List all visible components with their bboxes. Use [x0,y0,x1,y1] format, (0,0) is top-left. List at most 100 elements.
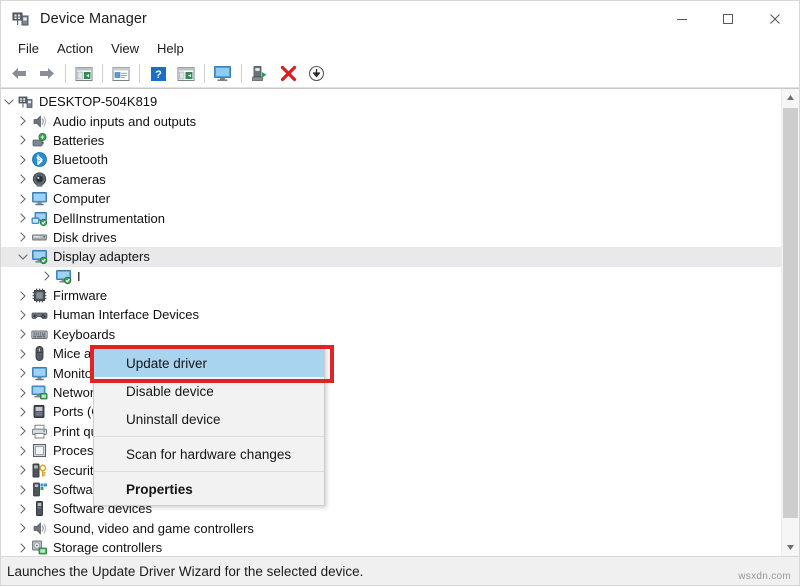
tree-item-disk-drives[interactable]: Disk drives [1,228,781,247]
menu-file[interactable]: File [9,38,48,59]
tree-item-bluetooth[interactable]: Bluetooth [1,150,781,169]
monitor-icon [31,190,48,207]
chevron-right-icon[interactable] [15,519,31,538]
chevron-right-icon[interactable] [15,286,31,305]
tree-item-label: Batteries [53,131,104,150]
chevron-down-icon[interactable] [15,247,31,266]
menu-help[interactable]: Help [148,38,193,59]
chevron-right-icon[interactable] [15,325,31,344]
context-menu-item-properties[interactable]: Properties [94,475,324,503]
vertical-scrollbar[interactable] [781,89,799,556]
update-driver-icon[interactable] [174,62,198,85]
chevron-right-icon[interactable] [15,209,31,228]
tree-item-label: Sound, video and game controllers [53,519,254,538]
maximize-button[interactable] [705,1,751,36]
back-arrow-icon[interactable] [7,62,31,85]
tree-item-label: Display adapters [53,247,150,266]
chevron-right-icon[interactable] [15,189,31,208]
tree-item-computer[interactable]: Computer [1,189,781,208]
instrumentation-icon [31,210,48,227]
tree-item-root[interactable]: DESKTOP-504K819 [1,92,781,111]
status-message: Launches the Update Driver Wizard for th… [7,564,363,579]
svg-text:?: ? [155,69,162,81]
context-menu-item-uninstall-device[interactable]: Uninstall device [94,405,324,433]
enable-device-icon[interactable] [248,62,272,85]
display-adapter-icon [55,268,72,285]
device-context-menu[interactable]: Update driverDisable deviceUninstall dev… [93,347,325,506]
tree-item-keyboards[interactable]: Keyboards [1,325,781,344]
tree-item-audio-inputs-and-outputs[interactable]: Audio inputs and outputs [1,111,781,130]
tree-item-display-adapters[interactable]: Display adapters [1,247,781,266]
menu-action[interactable]: Action [48,38,102,59]
disable-device-icon[interactable] [304,62,328,85]
tree-item-cameras[interactable]: Cameras [1,170,781,189]
processor-icon [31,442,48,459]
chevron-right-icon[interactable] [15,402,31,421]
tree-item-label: I [77,267,81,286]
tree-item-batteries[interactable]: Batteries [1,131,781,150]
printer-icon [31,423,48,440]
chevron-down-icon[interactable] [1,92,17,111]
chevron-right-icon[interactable] [15,480,31,499]
keyboard-icon [31,326,48,343]
close-button[interactable] [751,1,799,36]
chevron-right-icon[interactable] [15,131,31,150]
uninstall-device-icon[interactable] [276,62,300,85]
tree-item-human-interface-devices[interactable]: Human Interface Devices [1,305,781,324]
chevron-right-icon[interactable] [39,267,55,286]
tree-item-label: Disk drives [53,228,117,247]
chevron-right-icon[interactable] [15,150,31,169]
tree-item-label: DellInstrumentation [53,209,165,228]
chevron-right-icon[interactable] [15,170,31,189]
chevron-right-icon[interactable] [15,441,31,460]
tree-item-dellinstrumentation[interactable]: DellInstrumentation [1,208,781,227]
tree-item-i[interactable]: I [1,267,781,286]
software-device-icon [31,500,48,517]
toolbar-separator [204,64,205,83]
chevron-right-icon[interactable] [15,344,31,363]
watermark: wsxdn.com [738,571,791,582]
scroll-down-arrow-icon[interactable] [782,539,799,556]
port-icon [31,403,48,420]
context-menu-item-update-driver[interactable]: Update driver [94,349,324,377]
context-menu-separator [94,471,324,472]
chevron-right-icon[interactable] [15,499,31,518]
software-component-icon [31,481,48,498]
tree-item-label: Audio inputs and outputs [53,112,196,131]
tree-item-label: Storage controllers [53,538,162,556]
chevron-right-icon[interactable] [15,461,31,480]
chevron-right-icon[interactable] [15,383,31,402]
chevron-right-icon[interactable] [15,112,31,131]
menu-view[interactable]: View [102,38,148,59]
computer-icon [17,93,34,110]
scroll-up-arrow-icon[interactable] [782,89,799,106]
monitor-icon [31,365,48,382]
chevron-right-icon[interactable] [15,228,31,247]
minimize-button[interactable] [659,1,705,36]
hid-icon [31,306,48,323]
show-hide-console-tree-icon[interactable] [72,62,96,85]
tree-item-sound-video-and-game-controllers[interactable]: Sound, video and game controllers [1,519,781,538]
device-manager-window: Device Manager File Action View Help [0,0,800,586]
context-menu-item-scan-for-hardware-changes[interactable]: Scan for hardware changes [94,440,324,468]
tree-item-label: Keyboards [53,325,115,344]
chevron-right-icon[interactable] [15,422,31,441]
toolbar-separator [65,64,66,83]
tree-item-firmware[interactable]: Firmware [1,286,781,305]
chevron-right-icon[interactable] [15,364,31,383]
properties-icon[interactable] [109,62,133,85]
context-menu-item-disable-device[interactable]: Disable device [94,377,324,405]
tree-item-storage-controllers[interactable]: Storage controllers [1,538,781,556]
forward-arrow-icon[interactable] [35,62,59,85]
security-icon [31,462,48,479]
scrollbar-thumb[interactable] [783,108,798,518]
disk-drive-icon [31,229,48,246]
chevron-right-icon[interactable] [15,305,31,324]
display-adapter-icon [31,248,48,265]
content-area: DESKTOP-504K819Audio inputs and outputsB… [1,88,799,556]
mouse-icon [31,345,48,362]
chevron-right-icon[interactable] [15,538,31,556]
battery-icon [31,132,48,149]
scan-hardware-changes-icon[interactable] [211,62,235,85]
help-icon[interactable]: ? [146,62,170,85]
